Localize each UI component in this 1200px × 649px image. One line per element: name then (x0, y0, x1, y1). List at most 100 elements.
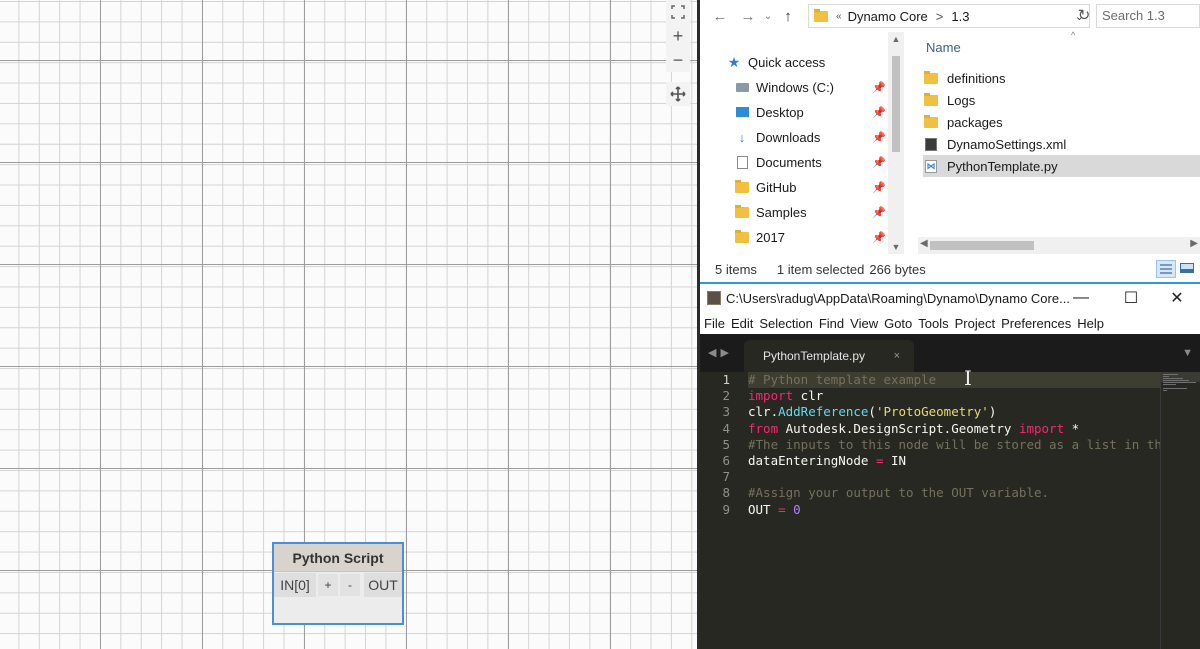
line-number: 6 (722, 452, 730, 468)
menu-project[interactable]: Project (955, 316, 995, 331)
maximize-button[interactable]: ☐ (1108, 284, 1154, 312)
code-line[interactable]: dataEnteringNode = IN (748, 453, 1160, 469)
code-line[interactable]: # Python template example (748, 372, 1160, 389)
code-line[interactable]: #Assign your output to the OUT variable. (748, 485, 1160, 501)
code-token: #Assign your output to the OUT variable. (748, 485, 1050, 501)
minimap-line (1163, 388, 1187, 389)
breadcrumb-arrow[interactable]: > (936, 9, 944, 24)
code-token: ( (868, 404, 876, 420)
line-number: 8 (722, 485, 730, 501)
nav-item-2017[interactable]: 2017 📌 (734, 225, 890, 249)
text-cursor-icon: I (964, 366, 972, 390)
tab-list-chevron-icon[interactable]: ▼ (1182, 347, 1193, 359)
search-input[interactable]: Search 1.3 (1096, 4, 1200, 28)
code-token: * (1064, 420, 1080, 436)
line-number: 2 (722, 388, 730, 404)
code-token: # Python template example (748, 372, 937, 387)
menu-goto[interactable]: Goto (884, 316, 912, 331)
tab-nav-arrows-icon[interactable]: ◀▶ (708, 346, 733, 359)
pin-icon: 📌 (872, 156, 886, 169)
file-item-definitions[interactable]: definitions (923, 67, 1200, 89)
nav-item-windows-c[interactable]: Windows (C:) 📌 (734, 75, 890, 99)
code-line[interactable]: #The inputs to this node will be stored … (748, 437, 1160, 453)
line-number: 3 (722, 404, 730, 420)
python-script-node[interactable]: Python Script IN[0] + - OUT (272, 542, 404, 625)
zoom-controls: + − (666, 0, 690, 106)
large-icons-view-icon[interactable] (1178, 260, 1198, 278)
window-title: C:\Users\radug\AppData\Roaming\Dynamo\Dy… (726, 290, 1070, 306)
breadcrumb-item[interactable]: 1.3 (951, 9, 969, 24)
code-line[interactable]: OUT = 0 (748, 502, 1160, 518)
menu-help[interactable]: Help (1077, 316, 1104, 331)
input-port[interactable]: IN[0] (274, 573, 316, 597)
menu-find[interactable]: Find (819, 316, 844, 331)
nav-item-quick-access[interactable]: ★ Quick access (726, 50, 906, 74)
code-token: IN (883, 452, 907, 468)
code-editor[interactable]: 123456789 # Python template example impor… (700, 366, 1200, 649)
close-button[interactable]: ✕ (1154, 284, 1200, 312)
file-item-pythontemplate[interactable]: ⋈ PythonTemplate.py (923, 155, 1200, 177)
scrollbar-thumb[interactable] (892, 56, 900, 152)
tab-pythontemplate[interactable]: PythonTemplate.py × (744, 340, 914, 372)
code-token: import (1018, 420, 1065, 436)
file-item-logs[interactable]: Logs (923, 89, 1200, 111)
breadcrumb-item[interactable]: Dynamo Core (848, 9, 928, 24)
file-list-scrollbar[interactable]: ◀ ▶ (918, 237, 1200, 254)
scrollbar-thumb[interactable] (930, 241, 1034, 250)
back-arrow-icon[interactable]: ← (708, 8, 732, 25)
nav-item-label: Samples (756, 204, 807, 220)
pin-icon: 📌 (872, 231, 886, 244)
folder-icon (735, 204, 749, 218)
folder-icon (735, 229, 749, 243)
scroll-down-icon[interactable]: ▼ (888, 242, 904, 252)
menu-tools[interactable]: Tools (918, 316, 948, 331)
fit-view-icon[interactable] (666, 0, 690, 24)
code-token: clr. (748, 404, 779, 420)
menu-selection[interactable]: Selection (759, 316, 812, 331)
code-token: import (748, 388, 794, 404)
dynamo-canvas[interactable]: + − Python Script IN[0] + - OUT (0, 0, 697, 649)
zoom-out-button[interactable]: − (666, 48, 690, 72)
code-line[interactable]: clr.AddReference('ProtoGeometry') (748, 404, 1160, 420)
scroll-up-icon[interactable]: ▲ (888, 34, 904, 44)
minimize-button[interactable]: — (1058, 284, 1104, 312)
up-arrow-icon[interactable]: ↑ (776, 8, 800, 25)
scroll-right-icon[interactable]: ▶ (1190, 238, 1198, 249)
nav-item-samples[interactable]: Samples 📌 (734, 200, 890, 224)
code-area[interactable]: # Python template example import clr clr.A… (748, 372, 1160, 649)
output-port[interactable]: OUT (364, 573, 402, 597)
file-item-dynamosettings[interactable]: DynamoSettings.xml (923, 133, 1200, 155)
menu-edit[interactable]: Edit (731, 316, 753, 331)
selection-count: 1 item selected (776, 261, 865, 277)
pan-icon[interactable] (666, 82, 690, 106)
nav-item-label: Windows (C:) (756, 79, 835, 95)
menu-view[interactable]: View (850, 316, 878, 331)
add-input-button[interactable]: + (318, 574, 338, 596)
column-header-name[interactable]: Name (926, 40, 961, 55)
nav-item-github[interactable]: GitHub 📌 (734, 175, 890, 199)
file-item-packages[interactable]: packages (923, 111, 1200, 133)
remove-input-button[interactable]: - (340, 574, 360, 596)
zoom-in-button[interactable]: + (666, 24, 690, 48)
code-line[interactable]: from Autodesk.DesignScript.Geometry impo… (748, 421, 1160, 437)
minimap-line (1163, 390, 1168, 391)
menu-file[interactable]: File (704, 316, 725, 331)
breadcrumb-overflow[interactable]: « (836, 11, 842, 22)
details-view-icon[interactable] (1156, 260, 1176, 278)
menu-preferences[interactable]: Preferences (1001, 316, 1071, 331)
code-line[interactable] (748, 469, 1160, 485)
address-bar[interactable]: « Dynamo Core > 1.3 ⌄ (808, 4, 1090, 28)
forward-arrow-icon[interactable]: → (736, 8, 760, 25)
nav-item-downloads[interactable]: ↓ Downloads 📌 (734, 125, 890, 149)
code-line[interactable]: import clr (748, 388, 1160, 404)
nav-item-documents[interactable]: Documents 📌 (734, 150, 890, 174)
nav-item-desktop[interactable]: Desktop 📌 (734, 100, 890, 124)
recent-locations-icon[interactable]: ⌄ (760, 11, 776, 22)
scroll-left-icon[interactable]: ◀ (920, 238, 928, 249)
tab-close-icon[interactable]: × (894, 350, 900, 362)
nav-pane-scrollbar[interactable]: ▲ ▼ (888, 32, 904, 254)
pin-icon: 📌 (872, 206, 886, 219)
refresh-icon[interactable]: ↻ (1072, 4, 1096, 28)
minimap[interactable] (1160, 372, 1200, 649)
code-token: AddReference (778, 404, 869, 420)
